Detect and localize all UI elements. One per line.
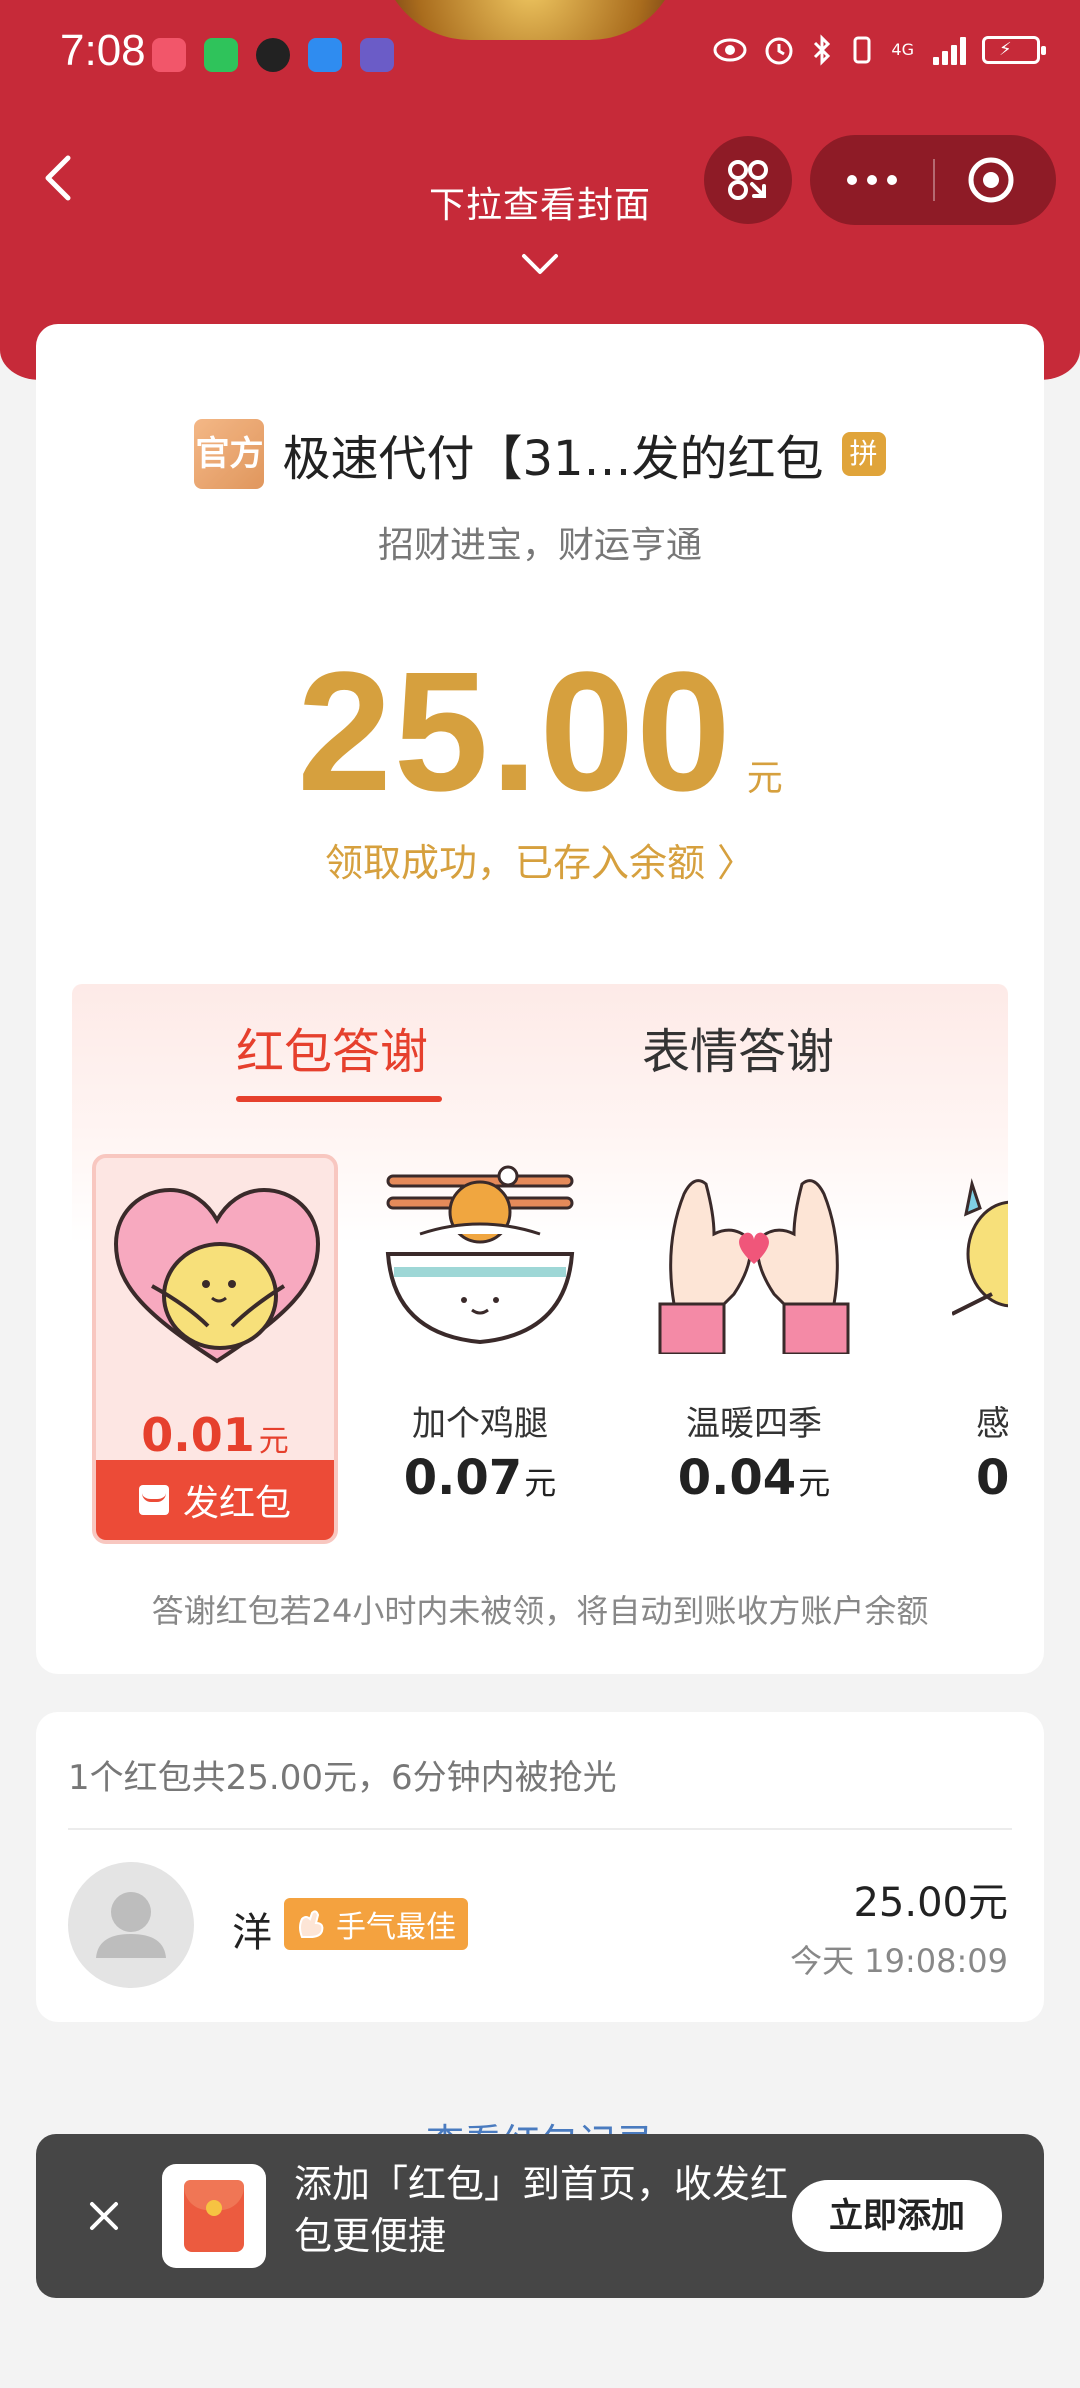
wish-text: 招财进宝，财运亨通 — [377, 525, 702, 566]
vibrate-icon — [853, 36, 871, 64]
best-luck-label: 手气最佳 — [336, 1910, 456, 1945]
add-now-button[interactable]: 立即添加 — [792, 2180, 1002, 2252]
wechat-icon — [204, 38, 238, 72]
app-icon — [360, 38, 394, 72]
sticker-price: 0 — [976, 1450, 1008, 1506]
battery-icon: ⚡ — [982, 36, 1046, 64]
scan-button[interactable] — [704, 136, 792, 224]
add-to-home-toast: 添加「红包」到首页，收发红包更便捷 立即添加 — [36, 2134, 1044, 2298]
sticker-label: 温暖四季 — [686, 1404, 822, 1444]
send-red-packet-button[interactable]: 发红包 — [96, 1460, 334, 1540]
selected-sticker-price: 0.01 元 — [141, 1408, 289, 1462]
heart-hands-sticker-icon — [658, 1179, 850, 1354]
sticker-label: 加个鸡腿 — [412, 1404, 548, 1444]
avatar[interactable] — [68, 1862, 194, 1988]
receiver-time: 今天 19:08:09 — [790, 1942, 1008, 1980]
close-mini-program-icon[interactable] — [966, 155, 1016, 205]
sticker-price: 0.07元 — [403, 1450, 557, 1506]
signal-icon — [930, 35, 966, 65]
tab-sticker-thanks[interactable]: 表情答谢 — [642, 1012, 834, 1082]
receiver-amount: 25.00元 — [853, 1880, 1008, 1926]
active-tab-indicator — [236, 1096, 442, 1102]
thanks-sticker-warm-seasons[interactable]: 温暖四季 0.04元 — [654, 1154, 854, 1544]
chevron-down-icon — [522, 254, 558, 274]
star-sticker-icon — [952, 1178, 1008, 1316]
scan-icon — [728, 160, 768, 200]
status-bar: 7:08 4G ⚡ — [0, 0, 1080, 105]
amount-unit: 元 — [746, 758, 783, 799]
thanks-sticker-partial[interactable]: 感 0 — [952, 1154, 1008, 1544]
qq-icon — [256, 38, 290, 72]
status-right-icons: 4G ⚡ — [713, 34, 1046, 66]
red-packet-detail-card: 官方 极速代付【31…发的红包 拼 招财进宝，财运亨通 25.00 元 领取成功，… — [36, 324, 1044, 1674]
pin-tag: 拼 — [841, 432, 886, 476]
heart-hug-sticker-icon — [113, 1187, 321, 1364]
envelope-icon — [138, 1485, 169, 1515]
sender-row: 官方 极速代付【31…发的红包 拼 — [36, 419, 1044, 489]
receivers-summary: 1个红包共25.00元，6分钟内被抢光 — [68, 1758, 617, 1798]
eye-icon — [713, 38, 747, 62]
selected-thanks-sticker[interactable]: 0.01 元 发红包 — [92, 1154, 338, 1544]
sticker-label: 感 — [976, 1404, 1008, 1444]
network-type: 4G — [891, 40, 914, 59]
rice-bowl-sticker-icon — [385, 1165, 575, 1345]
status-time: 7:08 — [60, 26, 146, 75]
red-packet-app-icon — [162, 2164, 266, 2268]
toast-message: 添加「红包」到首页，收发红包更便捷 — [294, 2162, 789, 2258]
mini-program-capsule — [810, 135, 1056, 225]
send-red-packet-label: 发红包 — [182, 1483, 291, 1524]
thanks-panel: 红包答谢 表情答谢 0.01 元 发红包 加个鸡腿 0.07元 温暖四季 0.0… — [72, 984, 1008, 1556]
sticker-price: 0.04元 — [677, 1450, 831, 1506]
amount-display: 25.00 元 — [36, 634, 1044, 830]
amount-value: 25.00 — [297, 637, 733, 827]
more-icon[interactable] — [842, 165, 902, 195]
sender-name: 极速代付【31…发的红包 — [282, 431, 824, 487]
divider — [68, 1828, 1012, 1830]
receivers-card: 1个红包共25.00元，6分钟内被抢光 洋 手气最佳 25.00元 今天 19:… — [36, 1712, 1044, 2022]
default-avatar-icon — [96, 1892, 166, 1958]
thumb-hand-icon — [299, 1910, 324, 1938]
bluetooth-icon — [814, 34, 831, 66]
best-luck-tag: 手气最佳 — [284, 1898, 468, 1950]
close-icon[interactable] — [74, 2186, 134, 2246]
tab-red-packet-thanks[interactable]: 红包答谢 — [236, 1012, 428, 1082]
deposit-status-link[interactable]: 领取成功，已存入余额 〉 — [36, 832, 1044, 887]
notification-app-icon — [152, 38, 186, 72]
official-badge: 官方 — [194, 419, 265, 489]
weather-icon — [308, 38, 342, 72]
receiver-name: 洋 — [232, 1910, 272, 1956]
thanks-note: 答谢红包若24小时内未被领，将自动到账收方账户余额 — [151, 1592, 929, 1630]
alarm-icon — [765, 37, 793, 65]
thanks-sticker-chicken-leg[interactable]: 加个鸡腿 0.07元 — [380, 1154, 580, 1544]
